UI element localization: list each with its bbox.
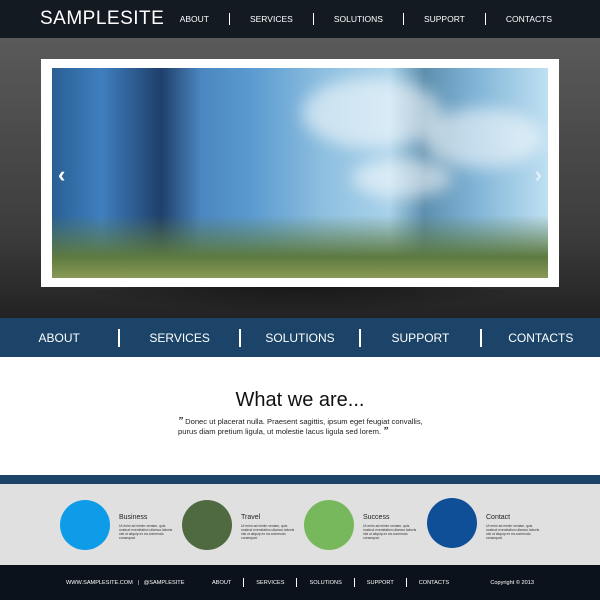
- feature-circle: [304, 500, 354, 550]
- feature-title: Contact: [486, 514, 511, 521]
- feature-circle: [182, 500, 232, 550]
- footer-nav-support[interactable]: SUPPORT: [355, 580, 406, 586]
- features-section: Business Ut enim ad minim veniam, quis n…: [0, 484, 600, 565]
- feature-text: Ut enim ad minim veniam, quis nostrud ex…: [119, 524, 173, 540]
- intro-quote: ” Donec ut placerat nulla. Praesent sagi…: [178, 417, 438, 437]
- main-nav-about[interactable]: ABOUT: [0, 331, 118, 345]
- footer-divider: |: [137, 580, 139, 586]
- copyright: Copyright © 2013: [490, 580, 534, 586]
- chevron-right-icon[interactable]: ›: [535, 162, 542, 188]
- feature-circle: [427, 498, 477, 548]
- top-nav-about[interactable]: ABOUT: [160, 14, 229, 24]
- feature-title: Business: [119, 514, 148, 521]
- footer-nav-about[interactable]: ABOUT: [200, 580, 243, 586]
- main-nav-solutions[interactable]: SOLUTIONS: [241, 331, 359, 345]
- feature-text: Ut enim ad minim veniam, quis nostrud ex…: [241, 524, 295, 540]
- slider-shadow: [60, 283, 540, 313]
- chevron-left-icon[interactable]: ‹: [58, 162, 65, 188]
- main-nav: ABOUT SERVICES SOLUTIONS SUPPORT CONTACT…: [0, 318, 600, 357]
- top-nav-support[interactable]: SUPPORT: [404, 14, 485, 24]
- main-nav-contacts[interactable]: CONTACTS: [482, 331, 600, 345]
- footer-nav-solutions[interactable]: SOLUTIONS: [297, 580, 353, 586]
- feature-circle: [60, 500, 110, 550]
- footer-nav-services[interactable]: SERVICES: [244, 580, 296, 586]
- footer-nav-contacts[interactable]: CONTACTS: [407, 580, 461, 586]
- close-quote-icon: ”: [383, 426, 389, 437]
- feature-title: Travel: [241, 514, 261, 521]
- top-header: SAMPLESITE ABOUT SERVICES SOLUTIONS SUPP…: [0, 0, 600, 38]
- footer-handle-link[interactable]: @SAMPLESITE: [144, 580, 185, 586]
- image-slider: ‹ ›: [41, 59, 559, 287]
- feature-text: Ut enim ad minim veniam, quis nostrud ex…: [363, 524, 417, 540]
- footer-links: WWW.SAMPLESITE.COM | @SAMPLESITE: [66, 580, 184, 586]
- divider-stripe: [0, 475, 600, 484]
- top-nav-solutions[interactable]: SOLUTIONS: [314, 14, 403, 24]
- site-logo[interactable]: SAMPLESITE: [40, 8, 164, 30]
- top-nav-contacts[interactable]: CONTACTS: [486, 14, 572, 24]
- slider-image-city: ‹ ›: [52, 68, 548, 278]
- top-nav-services[interactable]: SERVICES: [230, 14, 313, 24]
- feature-text: Ut enim ad minim veniam, quis nostrud ex…: [486, 524, 540, 540]
- open-quote-icon: ”: [178, 416, 183, 427]
- footer-site-link[interactable]: WWW.SAMPLESITE.COM: [66, 580, 133, 586]
- feature-title: Success: [363, 514, 390, 521]
- main-nav-services[interactable]: SERVICES: [120, 331, 238, 345]
- footer: WWW.SAMPLESITE.COM | @SAMPLESITE ABOUT S…: [0, 565, 600, 600]
- main-nav-support[interactable]: SUPPORT: [361, 331, 479, 345]
- footer-nav: ABOUT SERVICES SOLUTIONS SUPPORT CONTACT…: [200, 578, 461, 587]
- intro-title: What we are...: [235, 389, 365, 411]
- top-nav: ABOUT SERVICES SOLUTIONS SUPPORT CONTACT…: [160, 13, 572, 25]
